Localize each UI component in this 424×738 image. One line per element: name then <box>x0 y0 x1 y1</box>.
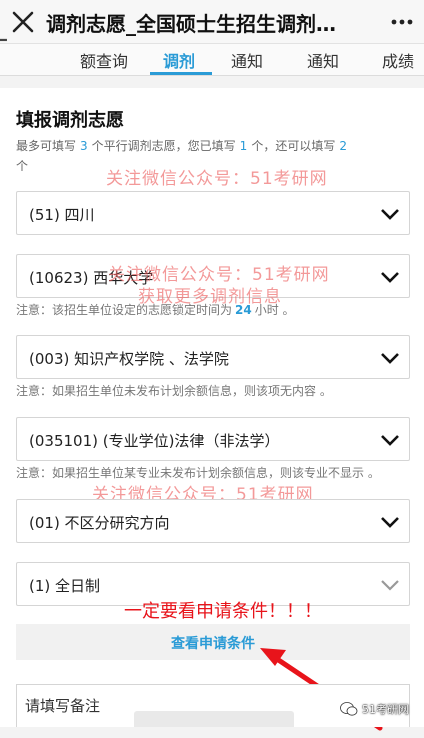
lock-note-text-2: 小时 。 <box>254 303 295 317</box>
direction-value: (01) 不区分研究方向 <box>29 514 170 532</box>
quota-text-2: 个平行调剂志愿，您已填写 <box>91 139 236 153</box>
chevron-down-icon <box>381 580 399 591</box>
brand-text: 51考研网 <box>362 703 409 716</box>
major-note: 注意：如果招生单位某专业未发布计划余额信息，则该专业不显示 。 <box>16 466 380 480</box>
school-value: (10623) 西华大学 <box>29 269 154 287</box>
department-value: (003) 知识产权学院 、法学院 <box>29 350 229 368</box>
quota-filled: 1 <box>239 139 248 153</box>
tab-quota-query[interactable]: 额查询 <box>80 48 128 72</box>
chevron-down-icon <box>381 517 399 528</box>
page-title: 调剂志愿_全国硕士生招生调剂… <box>46 12 336 36</box>
quota-max: 3 <box>80 139 88 153</box>
department-note: 注意：如果招生单位未发布计划余额信息，则该项无内容 。 <box>16 384 332 398</box>
major-select[interactable]: (035101) (专业学位)法律（非法学） <box>16 417 410 461</box>
chevron-down-icon <box>381 209 399 220</box>
school-select[interactable]: (10623) 西华大学 <box>16 254 410 298</box>
brand-watermark: 51考研网 <box>340 698 424 722</box>
tab-notice-1[interactable]: 通知 <box>231 48 263 72</box>
more-icon[interactable] <box>390 10 414 34</box>
quota-text-1: 最多可填写 <box>16 139 77 153</box>
active-tab-indicator <box>150 72 212 75</box>
department-select[interactable]: (003) 知识产权学院 、法学院 <box>16 335 410 379</box>
tab-scores[interactable]: 成绩 <box>382 48 414 72</box>
tab-adjustment[interactable]: 调剂 <box>163 48 195 72</box>
view-conditions-label: 查看申请条件 <box>171 636 255 652</box>
study-mode-value: (1) 全日制 <box>29 577 101 595</box>
tab-partial[interactable]: ▔ <box>0 40 7 56</box>
chevron-down-icon <box>381 435 399 446</box>
quota-remaining: 2 <box>339 139 347 153</box>
quota-text-4: 个 <box>16 159 29 173</box>
quota-info: 最多可填写 3 个平行调剂志愿，您已填写 1 个，还可以填写 2 个 <box>16 136 408 176</box>
province-select[interactable]: (51) 四川 <box>16 191 410 235</box>
application-form: 填报调剂志愿 最多可填写 3 个平行调剂志愿，您已填写 1 个，还可以填写 2 个 关注微信… <box>0 88 424 731</box>
toolbar-strip <box>134 711 294 727</box>
tab-bar: ▔ 额查询 调剂 通知 通知 成绩 <box>0 40 424 76</box>
lock-time-note: 注意：该招生单位设定的志愿锁定时间为 24 小时 。 <box>16 301 295 318</box>
chevron-down-icon <box>381 272 399 283</box>
chevron-down-icon <box>381 353 399 364</box>
title-bar: 调剂志愿_全国硕士生招生调剂… <box>0 0 424 44</box>
lock-note-text-1: 注意：该招生单位设定的志愿锁定时间为 <box>16 303 233 317</box>
lock-hours: 24 <box>235 303 252 317</box>
major-value: (035101) (专业学位)法律（非法学） <box>29 432 280 450</box>
view-conditions-button[interactable]: 查看申请条件 <box>16 624 410 660</box>
tab-notice-2[interactable]: 通知 <box>307 48 339 72</box>
form-heading: 填报调剂志愿 <box>16 110 124 131</box>
direction-select[interactable]: (01) 不区分研究方向 <box>16 499 410 543</box>
province-value: (51) 四川 <box>29 206 95 224</box>
annotation-text: 一定要看申请条件！！！ <box>124 601 322 622</box>
wechat-icon <box>340 702 358 716</box>
remark-label: 请填写备注 <box>25 697 101 715</box>
close-icon[interactable] <box>10 9 36 35</box>
quota-text-3: 个，还可以填写 <box>251 139 336 153</box>
